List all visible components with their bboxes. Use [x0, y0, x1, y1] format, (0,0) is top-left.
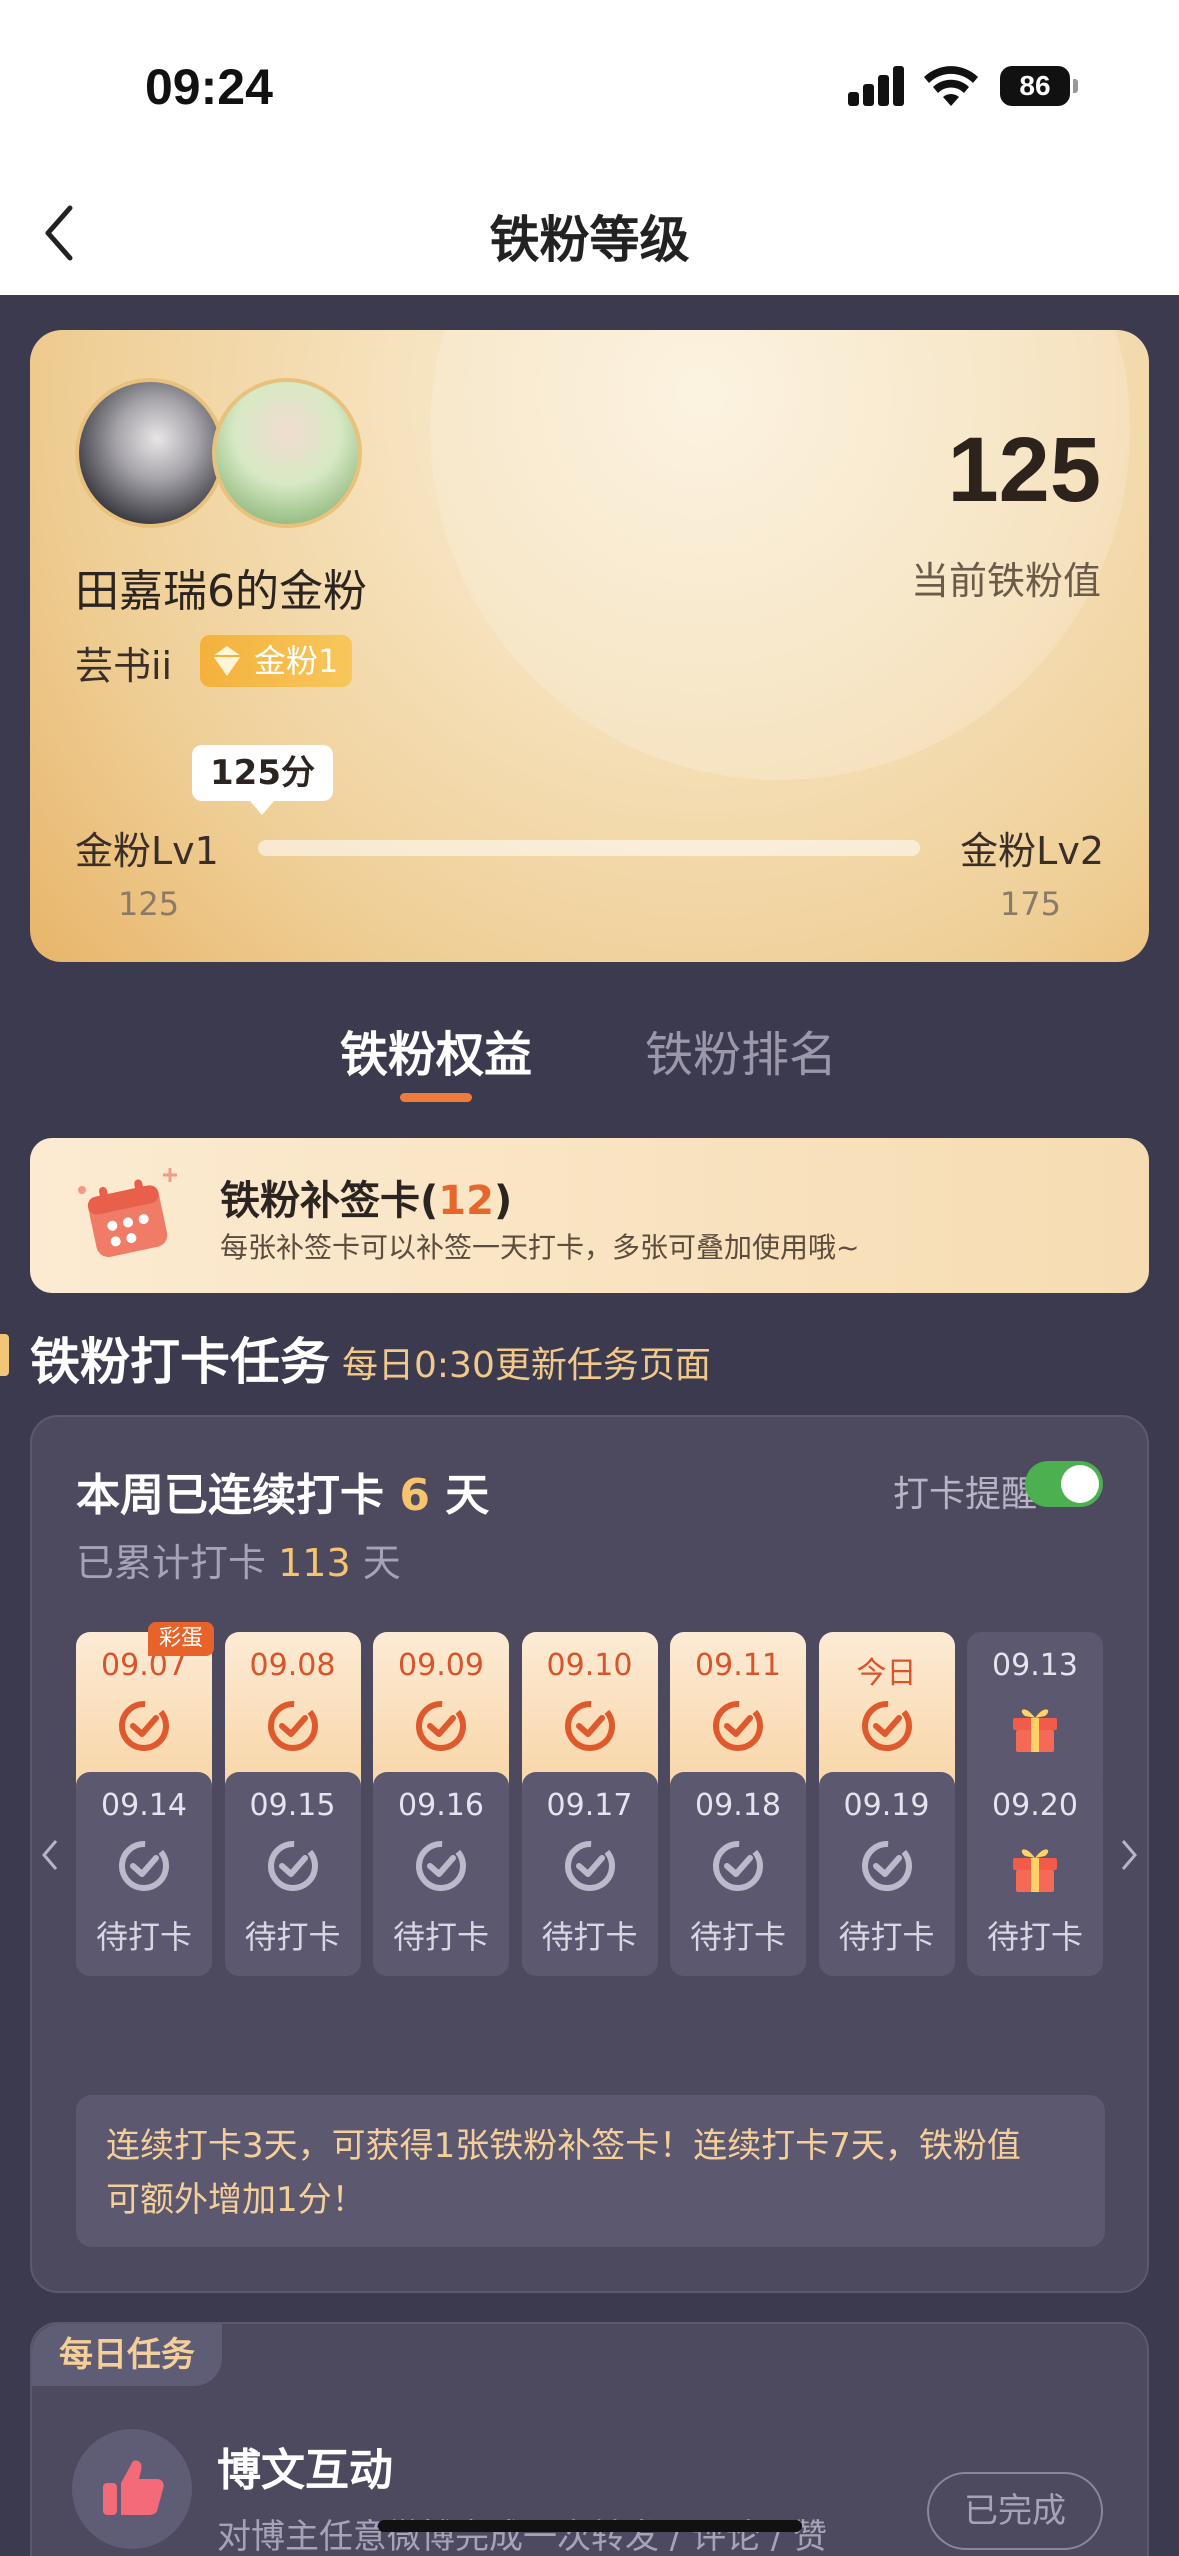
next-level-value: 175 [999, 885, 1061, 923]
makeup-card-banner[interactable]: 铁粉补签卡(12) 每张补签卡可以补签一天打卡，多张可叠加使用哦~ [30, 1138, 1149, 1293]
check-circle-icon [708, 1696, 768, 1756]
check-circle-icon [263, 1696, 323, 1756]
check-circle-icon [560, 1696, 620, 1756]
check-circle-icon [857, 1836, 917, 1896]
checkin-day[interactable]: 09.20 待打卡 [967, 1772, 1103, 1976]
username: 芸书ii [75, 644, 173, 688]
check-circle-icon [114, 1836, 174, 1896]
fan-title: 田嘉瑞6的金粉 [75, 566, 367, 617]
weekly-streak: 本周已连续打卡 6 天 [76, 1470, 490, 1521]
checkin-day-date: 09.19 [843, 1788, 930, 1823]
daily-tasks-tag: 每日任务 [32, 2324, 222, 2386]
diamond-icon [213, 646, 241, 676]
gift-icon [1005, 1836, 1065, 1896]
status-time: 09:24 [145, 59, 273, 115]
current-level-label: 金粉Lv1 [75, 829, 219, 873]
task-completed-button[interactable]: 已完成 [927, 2472, 1103, 2550]
level-progress-bar [258, 840, 920, 856]
checkin-day[interactable]: 09.18 待打卡 [670, 1772, 806, 1976]
cellular-signal-icon [848, 66, 904, 106]
wifi-icon [924, 66, 978, 106]
checkin-day[interactable]: 09.14 待打卡 [76, 1772, 212, 1976]
streak-count: 6 [399, 1470, 430, 1521]
checkin-day-status: 待打卡 [541, 1918, 638, 1956]
checkin-day-date: 09.08 [249, 1648, 336, 1683]
user-avatar[interactable] [212, 378, 362, 528]
checkin-day-status: 待打卡 [838, 1918, 935, 1956]
active-tab-indicator [400, 1093, 472, 1102]
makeup-card-title: 铁粉补签卡(12) [220, 1178, 513, 1224]
checkin-day-status: 待打卡 [392, 1918, 489, 1956]
reminder-label: 打卡提醒 [892, 1474, 1037, 1515]
checkin-tip: 连续打卡3天，可获得1张铁粉补签卡！连续打卡7天，铁粉值 可额外增加1分！ [76, 2095, 1105, 2247]
check-circle-icon [857, 1696, 917, 1756]
check-circle-icon [411, 1836, 471, 1896]
checkin-day-date: 09.11 [695, 1648, 781, 1683]
total-count: 113 [278, 1541, 351, 1585]
calendar-icon [78, 1168, 177, 1258]
checkin-day-date: 今日 [856, 1656, 917, 1691]
fan-score-label: 当前铁粉值 [910, 559, 1101, 603]
reminder-toggle[interactable] [1025, 1461, 1103, 1507]
checkin-section-subtitle: 每日0:30更新任务页面 [342, 1345, 711, 1386]
check-circle-icon [263, 1836, 323, 1896]
battery-icon: 86 [1000, 66, 1078, 106]
chevron-left-icon[interactable] [38, 1835, 62, 1875]
next-level-label: 金粉Lv2 [960, 829, 1104, 873]
checkin-day[interactable]: 09.17 待打卡 [521, 1772, 658, 1976]
checkin-day-date: 09.20 [992, 1788, 1078, 1823]
total-checkins: 已累计打卡 113 天 [76, 1541, 401, 1585]
level-badge: 金粉1 [200, 635, 353, 687]
checkin-section-title: 铁粉打卡任务 [30, 1333, 330, 1391]
gift-icon [1005, 1696, 1065, 1756]
checkin-day-date: 09.13 [992, 1648, 1078, 1683]
current-level-value: 125 [118, 885, 180, 923]
checkin-day-date: 09.17 [546, 1788, 633, 1823]
star-avatar[interactable] [75, 378, 225, 528]
fan-score: 125 [947, 419, 1102, 521]
tab-fan-ranking[interactable]: 铁粉排名 [645, 1015, 837, 1085]
checkin-day-date: 09.16 [398, 1788, 484, 1823]
checkin-day-date: 09.09 [398, 1648, 484, 1683]
checkin-day-status: 待打卡 [689, 1918, 786, 1956]
page-title: 铁粉等级 [489, 211, 690, 269]
task-icon-wrap [72, 2429, 192, 2549]
easter-egg-tag: 彩蛋 [148, 1622, 214, 1656]
fan-level-card: 田嘉瑞6的金粉 芸书ii 金粉1 125 当前铁粉值 125分 金粉Lv1 金粉… [30, 330, 1149, 962]
tab-fan-benefits[interactable]: 铁粉权益 [340, 1015, 532, 1085]
checkin-day-status: 待打卡 [95, 1918, 192, 1956]
thumbs-up-icon [103, 2460, 164, 2515]
task-title: 博文互动 [217, 2445, 393, 2496]
makeup-card-count: 12 [438, 1178, 494, 1224]
navigation-bar: 铁粉等级 [0, 170, 1179, 295]
check-circle-icon [708, 1836, 768, 1896]
checkin-day-status: 待打卡 [244, 1918, 341, 1956]
checkin-panel: 本周已连续打卡 6 天 已累计打卡 113 天 打卡提醒 09.07已领彩蛋09… [30, 1415, 1149, 2293]
checkin-day-date: 09.15 [249, 1788, 336, 1823]
section-accent-bar [0, 1334, 9, 1376]
task-description: 对博主任意微博完成一次转发 / 评论 / 赞 [217, 2517, 828, 2556]
home-indicator [378, 2520, 802, 2532]
check-circle-icon [560, 1836, 620, 1896]
badge-label: 金粉1 [254, 642, 339, 680]
checkin-day-status: 待打卡 [986, 1918, 1083, 1956]
check-circle-icon [411, 1696, 471, 1756]
chevron-right-icon[interactable] [1117, 1835, 1141, 1875]
status-bar: 09:24 86 [0, 0, 1179, 170]
score-bubble: 125分 [192, 745, 333, 815]
checkin-day[interactable]: 09.16 待打卡 [373, 1772, 509, 1976]
tab-bar: 铁粉权益 铁粉排名 [0, 1005, 1179, 1115]
makeup-card-desc: 每张补签卡可以补签一天打卡，多张可叠加使用哦~ [220, 1231, 860, 1264]
checkin-day-date: 09.14 [101, 1788, 187, 1823]
check-circle-icon [114, 1696, 174, 1756]
checkin-day[interactable]: 09.15 待打卡 [224, 1772, 361, 1976]
checkin-day-date: 09.18 [695, 1788, 781, 1823]
checkin-day[interactable]: 09.19 待打卡 [818, 1772, 955, 1976]
checkin-day-date: 09.10 [546, 1648, 633, 1683]
